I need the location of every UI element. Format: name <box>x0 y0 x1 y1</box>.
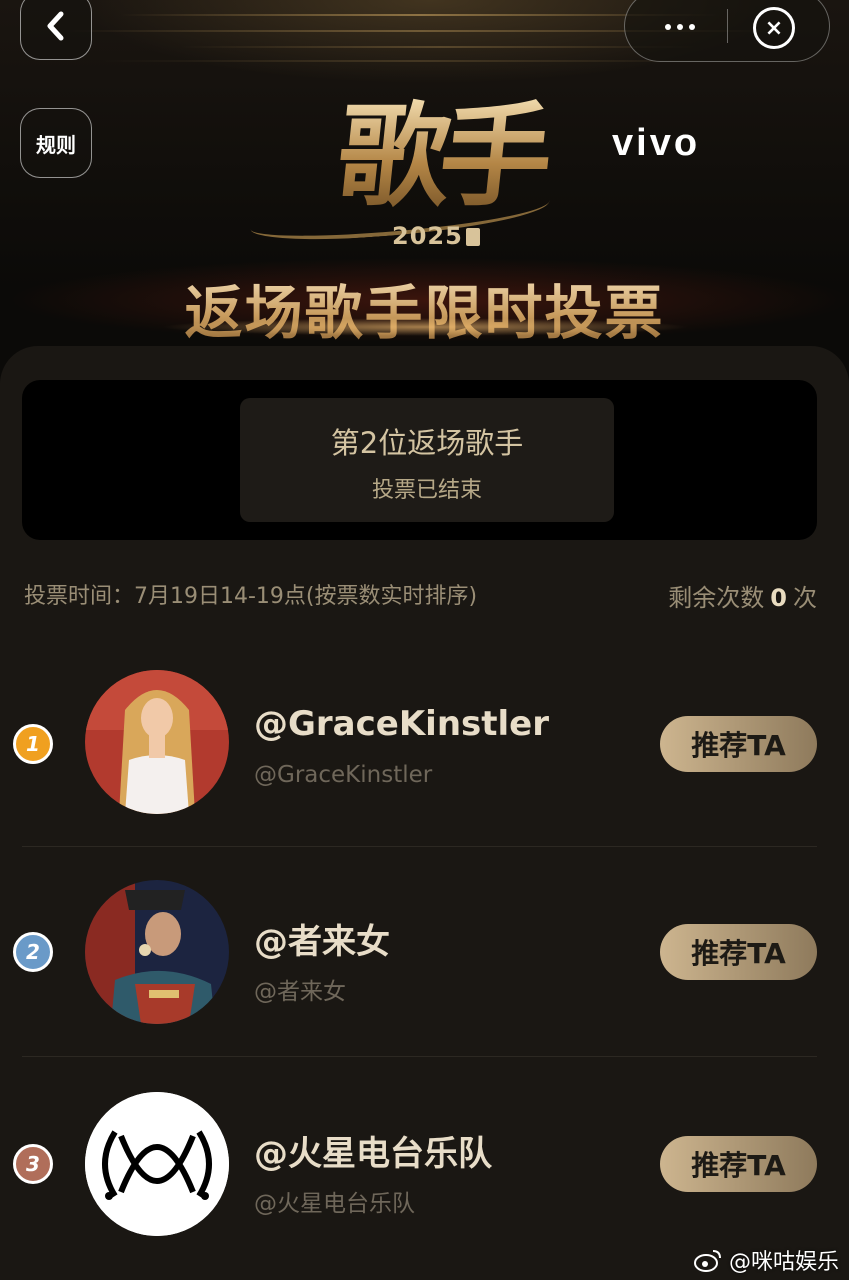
candidate-row: 1 @GraceKinstler @GraceKinstler 推荐TA <box>0 638 849 848</box>
close-button[interactable]: × <box>753 7 795 49</box>
row-divider <box>22 1056 817 1057</box>
status-subtitle: 投票已结束 <box>371 478 482 503</box>
back-button[interactable] <box>20 0 92 60</box>
logo-year-badge <box>466 228 480 246</box>
candidate-name: @GraceKinstler <box>254 704 550 744</box>
recommend-button[interactable]: 推荐TA <box>660 716 817 772</box>
avatar-image <box>85 670 229 814</box>
recommend-button[interactable]: 推荐TA <box>660 1136 817 1192</box>
rank-badge: 3 <box>13 1144 53 1184</box>
band-logo-icon <box>85 1092 229 1236</box>
avatar-image <box>85 880 229 1024</box>
show-logo: 歌手 <box>303 91 577 222</box>
more-button[interactable] <box>655 7 705 47</box>
decor-streak <box>100 60 740 62</box>
remaining-prefix: 剩余次数 <box>668 584 765 612</box>
chevron-left-icon <box>47 11 64 41</box>
capsule-divider <box>727 9 728 43</box>
avatar[interactable] <box>85 1092 229 1236</box>
status-box: 第2位返场歌手 投票已结束 <box>240 398 614 522</box>
close-icon: × <box>764 15 784 41</box>
rules-label: 规则 <box>36 132 76 157</box>
title-glow <box>160 318 690 336</box>
rank-badge: 1 <box>13 724 53 764</box>
candidate-name: @火星电台乐队 <box>254 1134 492 1174</box>
decor-streak <box>180 46 700 48</box>
avatar[interactable] <box>85 880 229 1024</box>
rules-button[interactable]: 规则 <box>20 108 92 178</box>
candidate-handle: @火星电台乐队 <box>254 1191 415 1217</box>
hero-banner: × 规则 歌手 2025 vivo 返场歌手限时投票 <box>0 0 849 360</box>
status-title: 第2位返场歌手 <box>330 426 524 460</box>
rank-badge: 2 <box>13 932 53 972</box>
remaining-count: 0 <box>770 584 787 612</box>
weibo-logo-icon <box>693 1250 721 1272</box>
remaining-suffix: 次 <box>793 584 817 612</box>
row-divider <box>22 846 817 847</box>
mini-program-capsule: × <box>624 0 830 62</box>
status-card: 第2位返场歌手 投票已结束 <box>22 380 817 540</box>
more-dots-icon <box>665 24 671 30</box>
candidate-row: 2 @者来女 @者来女 推荐TA <box>0 846 849 1056</box>
watermark-text: @咪咕娱乐 <box>728 1250 839 1275</box>
candidate-name: @者来女 <box>254 922 390 962</box>
page-title: 返场歌手限时投票 <box>0 266 849 350</box>
remaining-votes: 剩余次数 0 次 <box>668 578 817 613</box>
watermark: @咪咕娱乐 <box>693 1244 839 1276</box>
vote-time-info: 投票时间：7月19日14-19点(按票数实时排序) <box>24 584 478 609</box>
candidate-handle: @GraceKinstler <box>254 762 433 788</box>
avatar[interactable] <box>85 670 229 814</box>
sponsor-logo: vivo <box>612 122 701 164</box>
candidate-row: 3 @火星电台乐队 @火星电台乐队 推荐TA <box>0 1056 849 1266</box>
logo-year: 2025 <box>392 222 463 250</box>
recommend-button[interactable]: 推荐TA <box>660 924 817 980</box>
candidate-handle: @者来女 <box>254 979 346 1005</box>
